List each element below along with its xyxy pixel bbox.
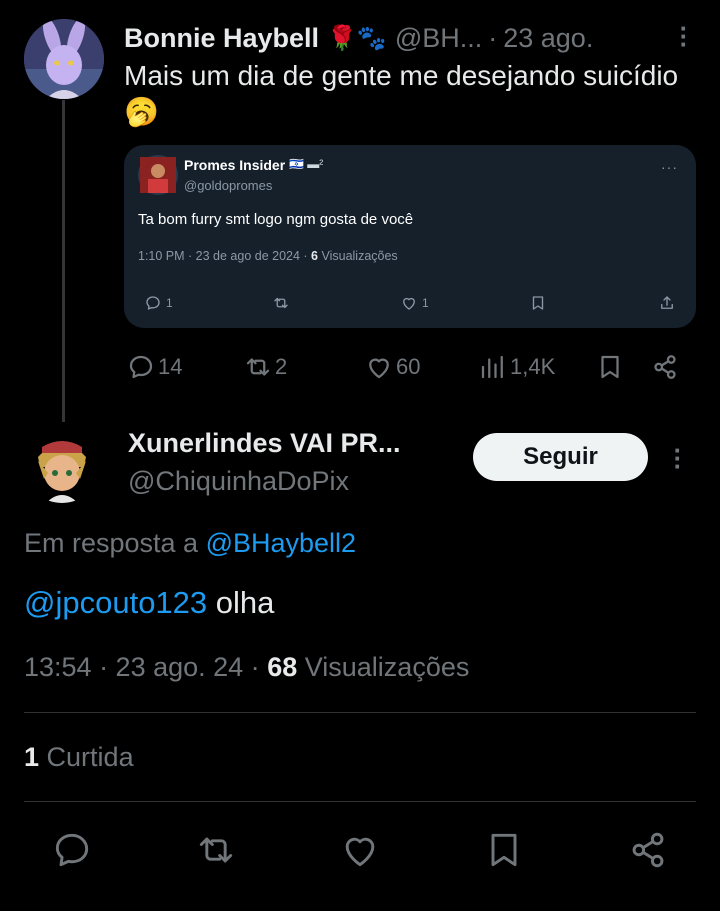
tweet1-handle[interactable]: @BH... xyxy=(395,23,482,54)
heart-icon xyxy=(345,837,375,867)
speech-bubble-icon xyxy=(146,296,160,310)
views-button[interactable]: 1,4K xyxy=(478,350,555,384)
share-button-large[interactable] xyxy=(626,828,670,872)
quoted-handle[interactable]: @goldopromes xyxy=(184,178,272,193)
divider xyxy=(24,712,696,713)
retweet-icon xyxy=(274,297,288,309)
author-emojis: 🌹🐾 xyxy=(327,24,387,52)
quoted-like-count: 1 xyxy=(422,296,429,310)
share-icon xyxy=(632,832,664,868)
quoted-meta: 1:10 PM · 23 de ago de 2024 · 6 Visualiz… xyxy=(138,249,398,263)
reply-count: 14 xyxy=(158,354,183,379)
quoted-author-name[interactable]: Promes Insider xyxy=(184,157,285,173)
mention-link[interactable]: @jpcouto123 xyxy=(24,585,207,620)
retweet-count: 2 xyxy=(275,354,288,379)
likes-count: 1 xyxy=(24,742,40,772)
quoted-views-label: Visualizações xyxy=(321,249,398,263)
more-options-icon[interactable]: · · · xyxy=(678,15,690,57)
follow-button[interactable]: Seguir xyxy=(473,433,648,481)
divider xyxy=(24,801,696,802)
retweet-button[interactable]: 2 xyxy=(243,350,287,384)
bookmark-icon xyxy=(491,833,517,867)
reply-to-prefix: Em resposta a xyxy=(24,528,199,558)
quoted-author-avatar[interactable] xyxy=(138,155,178,195)
bookmark-button[interactable] xyxy=(595,350,627,384)
heart-icon xyxy=(369,358,389,379)
bar-chart-icon xyxy=(481,355,503,379)
retweet-icon xyxy=(199,837,233,863)
speech-bubble-icon xyxy=(129,355,153,379)
quoted-retweet-button[interactable] xyxy=(272,294,294,312)
quoted-timestamp: 1:10 PM · 23 de ago de 2024 · xyxy=(138,249,312,263)
views-count: 1,4K xyxy=(510,354,556,379)
thread-connector-line xyxy=(62,100,65,422)
bookmark-icon xyxy=(532,296,544,310)
quoted-more-icon[interactable]: ··· xyxy=(661,159,678,175)
tweet2-views-label: Visualizações xyxy=(304,652,470,682)
like-button-large[interactable] xyxy=(338,828,382,872)
speech-bubble-icon xyxy=(55,833,89,867)
retweet-button-large[interactable] xyxy=(194,828,238,872)
tweet2-views-count: 68 xyxy=(267,652,298,682)
tweet1-time[interactable]: 23 ago. xyxy=(503,23,593,54)
quoted-like-button[interactable]: 1 xyxy=(400,294,429,312)
share-icon xyxy=(661,296,673,309)
quoted-author-flags: 🇮🇱 ▬² xyxy=(289,157,324,171)
more-options-icon[interactable]: · · · xyxy=(672,437,684,479)
tweet2-timestamp[interactable]: 13:54 · 23 ago. 24 · xyxy=(24,652,260,682)
bonnie-avatar[interactable] xyxy=(24,19,104,99)
tweet2-author-name[interactable]: Xunerlindes VAI PR... xyxy=(128,428,401,459)
quoted-views-count: 6 xyxy=(311,249,318,263)
tweet1-header: Bonnie Haybell 🌹🐾 @BH... · 23 ago. xyxy=(124,20,690,56)
bookmark-icon xyxy=(601,355,619,379)
reply-button-large[interactable] xyxy=(50,828,94,872)
reply-to-handle-link[interactable]: @BHaybell2 xyxy=(206,528,356,558)
likes-summary[interactable]: 1 Curtida xyxy=(24,742,134,773)
quoted-reply-button[interactable]: 1 xyxy=(144,294,173,312)
quoted-text: Ta bom furry smt logo ngm gosta de você xyxy=(138,211,414,228)
like-count: 60 xyxy=(396,354,421,379)
quoted-tweet-card[interactable]: Promes Insider 🇮🇱 ▬² @goldopromes ··· Ta… xyxy=(124,145,696,328)
share-button[interactable] xyxy=(650,350,682,384)
retweet-icon xyxy=(246,358,270,376)
tweet2-handle[interactable]: @ChiquinhaDoPix xyxy=(128,466,349,497)
share-icon xyxy=(654,355,676,379)
reply-button[interactable]: 14 xyxy=(126,350,182,384)
tweet2-meta: 13:54 · 23 ago. 24 · 68 Visualizações xyxy=(24,652,469,683)
tweet1-author-name[interactable]: Bonnie Haybell xyxy=(124,23,319,54)
bookmark-button-large[interactable] xyxy=(482,828,526,872)
like-button[interactable]: 60 xyxy=(364,350,420,384)
reply-to-line: Em resposta a @BHaybell2 xyxy=(24,528,356,559)
dot-separator: · xyxy=(488,22,498,53)
tweet1-text: Mais um dia de gente me desejando suicíd… xyxy=(124,60,679,127)
quoted-reply-count: 1 xyxy=(166,296,173,310)
tweet2-body: olha xyxy=(215,585,275,620)
quoted-share-button[interactable] xyxy=(658,294,680,312)
likes-label: Curtida xyxy=(46,742,134,772)
quoted-bookmark-button[interactable] xyxy=(529,294,551,312)
tweet2-text: @jpcouto123 olha xyxy=(24,585,274,621)
heart-icon xyxy=(403,297,415,310)
xunerlindes-avatar[interactable] xyxy=(24,427,100,503)
